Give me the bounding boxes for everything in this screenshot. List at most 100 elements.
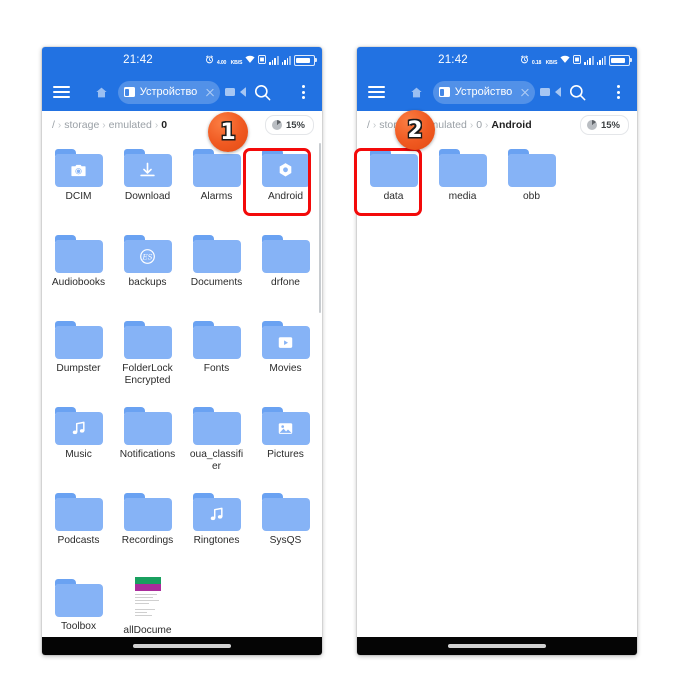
- folder-item[interactable]: ES backups: [113, 231, 182, 309]
- app-toolbar: Устройство: [42, 73, 322, 111]
- gesture-pill[interactable]: [448, 644, 546, 648]
- folder-icon: [192, 235, 241, 273]
- storage-badge[interactable]: 15%: [579, 115, 629, 135]
- folder-item[interactable]: DCIM: [44, 145, 113, 223]
- folder-item[interactable]: Alarms: [182, 145, 251, 223]
- folder-icon: [261, 407, 310, 445]
- back-triangle-icon[interactable]: [555, 87, 562, 97]
- folder-icon: [507, 149, 556, 187]
- folder-item[interactable]: media: [428, 145, 497, 223]
- step-badge-2: 2: [395, 110, 435, 150]
- status-bar: 21:42 0.18 KB/S: [357, 47, 637, 73]
- storage-percent: 15%: [285, 119, 305, 131]
- hamburger-menu-icon[interactable]: [50, 81, 72, 103]
- breadcrumb-segment-emulated[interactable]: emulated: [109, 119, 152, 131]
- file-grid-1[interactable]: DCIM Download Alarms Android Audiobooks ES bac…: [42, 139, 322, 637]
- folder-icon: [123, 149, 172, 187]
- tab-stack-icon[interactable]: [225, 88, 236, 96]
- folder-item[interactable]: Podcasts: [44, 489, 113, 567]
- alarm-icon: [520, 51, 529, 69]
- hamburger-menu-icon[interactable]: [365, 81, 387, 103]
- folder-item[interactable]: obb: [497, 145, 566, 223]
- breadcrumb-segment-0[interactable]: 0: [476, 119, 482, 131]
- close-icon[interactable]: [202, 85, 217, 100]
- pie-chart-icon: [586, 120, 597, 130]
- folder-item[interactable]: Ringtones: [182, 489, 251, 567]
- folder-icon: [54, 407, 103, 445]
- breadcrumb-segment-0[interactable]: 0: [161, 119, 167, 131]
- network-speed-value: 4.00: [216, 60, 227, 66]
- back-triangle-icon[interactable]: [240, 87, 247, 97]
- folder-item[interactable]: Recordings: [113, 489, 182, 567]
- breadcrumb-segment-android[interactable]: Android: [491, 119, 531, 131]
- kebab-menu-icon[interactable]: [607, 81, 629, 103]
- tab-device-label: Устройство: [139, 86, 198, 98]
- system-navigation-bar: [42, 637, 322, 655]
- folder-item[interactable]: Notifications: [113, 403, 182, 481]
- folder-item[interactable]: drfone: [251, 231, 320, 309]
- folder-icon: [192, 493, 241, 531]
- item-label: Alarms: [200, 191, 233, 202]
- tab-device[interactable]: Устройство: [432, 80, 536, 104]
- folder-item[interactable]: Download: [113, 145, 182, 223]
- system-navigation-bar: [357, 637, 637, 655]
- camera-icon: [55, 154, 103, 187]
- folder-item[interactable]: Audiobooks: [44, 231, 113, 309]
- folder-icon: ES: [123, 235, 172, 273]
- alarm-icon: [205, 51, 214, 69]
- pie-chart-icon: [271, 120, 282, 130]
- network-speed-unit: KB/S: [545, 60, 558, 66]
- tab-stack-icon[interactable]: [540, 88, 551, 96]
- breadcrumb-root[interactable]: /: [367, 119, 370, 131]
- close-icon[interactable]: [517, 85, 532, 100]
- signal-bars-icon: [596, 55, 606, 65]
- folder-item[interactable]: Toolbox: [44, 575, 113, 637]
- search-icon[interactable]: [566, 81, 588, 103]
- item-label: obb: [523, 191, 540, 202]
- folder-item[interactable]: Dumpster: [44, 317, 113, 395]
- phone-screenshot-1: 21:42 4.00 KB/S Устройство / › storage ›…: [42, 47, 322, 655]
- image-icon: [262, 412, 310, 445]
- breadcrumb-segment-storage[interactable]: storage: [64, 119, 99, 131]
- gesture-pill[interactable]: [133, 644, 231, 648]
- folder-icon: [123, 321, 172, 359]
- tab-device[interactable]: Устройство: [117, 80, 221, 104]
- kebab-menu-icon[interactable]: [292, 81, 314, 103]
- item-label: SysQS: [269, 535, 302, 546]
- item-label: Movies: [269, 363, 302, 374]
- home-icon[interactable]: [406, 81, 428, 103]
- item-label: Recordings: [121, 535, 174, 546]
- app-toolbar: Устройство: [357, 73, 637, 111]
- battery-icon: [609, 54, 632, 66]
- search-icon[interactable]: [251, 81, 273, 103]
- folder-item[interactable]: data: [359, 145, 428, 223]
- folder-item[interactable]: Fonts: [182, 317, 251, 395]
- item-label: drfone: [271, 277, 300, 288]
- es-logo-icon: ES: [124, 240, 172, 273]
- folder-item[interactable]: oua_classifier: [182, 403, 251, 481]
- file-grid-2[interactable]: data media obb: [357, 139, 637, 637]
- folder-item[interactable]: SysQS: [251, 489, 320, 567]
- folder-item[interactable]: FolderLock Encrypted: [113, 317, 182, 395]
- breadcrumb-root[interactable]: /: [52, 119, 55, 131]
- folder-item[interactable]: Movies: [251, 317, 320, 395]
- folder-icon: [261, 321, 310, 359]
- item-label: Podcasts: [57, 535, 100, 546]
- storage-badge[interactable]: 15%: [264, 115, 314, 135]
- folder-item[interactable]: Documents: [182, 231, 251, 309]
- gear-icon: [262, 154, 310, 187]
- network-speed-unit: KB/S: [230, 60, 243, 66]
- chevron-right-icon: ›: [469, 119, 474, 131]
- home-icon[interactable]: [91, 81, 113, 103]
- folder-item[interactable]: Android: [251, 145, 320, 223]
- play-icon: [262, 326, 310, 359]
- folder-item[interactable]: Pictures: [251, 403, 320, 481]
- vertical-scrollbar[interactable]: [318, 143, 321, 313]
- item-label: Documents: [190, 277, 243, 288]
- folder-icon: [261, 235, 310, 273]
- folder-item[interactable]: Music: [44, 403, 113, 481]
- chevron-right-icon: ›: [57, 119, 62, 131]
- folder-icon: [369, 149, 418, 187]
- file-item[interactable]: allDocume: [113, 575, 182, 637]
- folder-icon: [261, 493, 310, 531]
